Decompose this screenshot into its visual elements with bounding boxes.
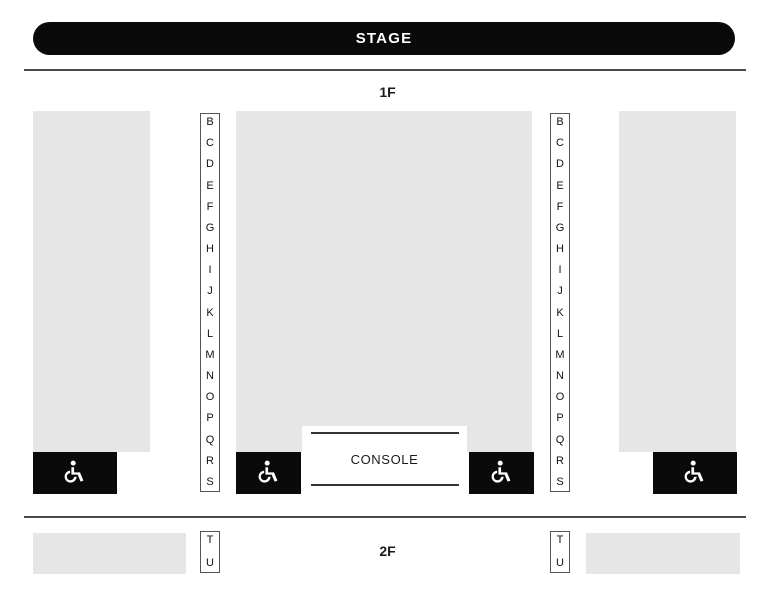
wheelchair-icon [491, 460, 513, 486]
console-divider-bottom [311, 484, 459, 486]
console-divider-top [311, 432, 459, 434]
floor-label-1f: 1F [379, 84, 396, 100]
row-letter: J [557, 285, 563, 298]
console-area: CONSOLE [302, 426, 467, 492]
divider-1f-to-2f [24, 516, 746, 518]
row-letter: H [556, 243, 564, 256]
row-letter: K [206, 306, 214, 319]
row-letter: U [556, 557, 564, 569]
row-letter: D [206, 158, 214, 171]
row-letter: C [206, 137, 214, 150]
row-letter: U [206, 557, 214, 569]
row-letter-column-left-1f: B C D E F G H I J K L M N O P Q R S [200, 113, 220, 492]
row-letter: N [556, 370, 564, 383]
wheelchair-icon [258, 460, 280, 486]
row-letter: P [556, 412, 564, 425]
row-letter: J [207, 285, 213, 298]
row-letter: T [556, 534, 564, 546]
row-letter: E [556, 179, 564, 192]
row-letter: H [206, 243, 214, 256]
wheelchair-icon [64, 460, 86, 486]
row-letter-column-left-2f: T U [200, 531, 220, 573]
accessible-seating-right-1f[interactable] [653, 452, 737, 494]
row-letter: I [558, 264, 562, 277]
row-letter: S [206, 475, 214, 488]
row-letter: G [205, 221, 215, 234]
seating-block-left-2f[interactable] [33, 533, 186, 574]
row-letter: M [555, 348, 565, 361]
row-letter: Q [205, 433, 215, 446]
row-letter: I [208, 264, 212, 277]
row-letter: L [206, 327, 214, 340]
row-letter: E [206, 179, 214, 192]
row-letter: O [205, 391, 215, 404]
accessible-seating-left-1f[interactable] [33, 452, 117, 494]
row-letter-column-right-1f: B C D E F G H I J K L M N O P Q R S [550, 113, 570, 492]
row-letter: M [205, 348, 215, 361]
row-letter: L [556, 327, 564, 340]
divider-stage-to-1f [24, 69, 746, 71]
accessible-seating-center-right-1f[interactable] [469, 452, 534, 494]
venue-seating-map: STAGE 1F B C D E F G H I J K L M N O P Q… [0, 0, 775, 598]
row-letter: G [555, 221, 565, 234]
row-letter: D [556, 158, 564, 171]
row-letter: T [206, 534, 214, 546]
row-letter: C [556, 137, 564, 150]
row-letter: B [206, 116, 214, 128]
row-letter: Q [555, 433, 565, 446]
row-letter: R [206, 454, 214, 467]
row-letter-column-right-2f: T U [550, 531, 570, 573]
seating-block-right-2f[interactable] [586, 533, 740, 574]
row-letter: O [555, 391, 565, 404]
row-letter: R [556, 454, 564, 467]
seating-block-left-1f[interactable] [33, 111, 150, 452]
seating-block-right-1f[interactable] [619, 111, 736, 452]
seating-block-center-1f[interactable] [236, 111, 532, 452]
row-letter: F [556, 200, 564, 213]
row-letter: N [206, 370, 214, 383]
row-letter: F [206, 200, 214, 213]
row-letter: S [556, 475, 564, 488]
row-letter: K [556, 306, 564, 319]
row-letter: B [556, 116, 564, 128]
row-letter: P [206, 412, 214, 425]
accessible-seating-center-left-1f[interactable] [236, 452, 301, 494]
wheelchair-icon [684, 460, 706, 486]
stage-label: STAGE [355, 30, 413, 47]
console-label: CONSOLE [350, 451, 419, 467]
stage-area: STAGE [33, 22, 735, 55]
